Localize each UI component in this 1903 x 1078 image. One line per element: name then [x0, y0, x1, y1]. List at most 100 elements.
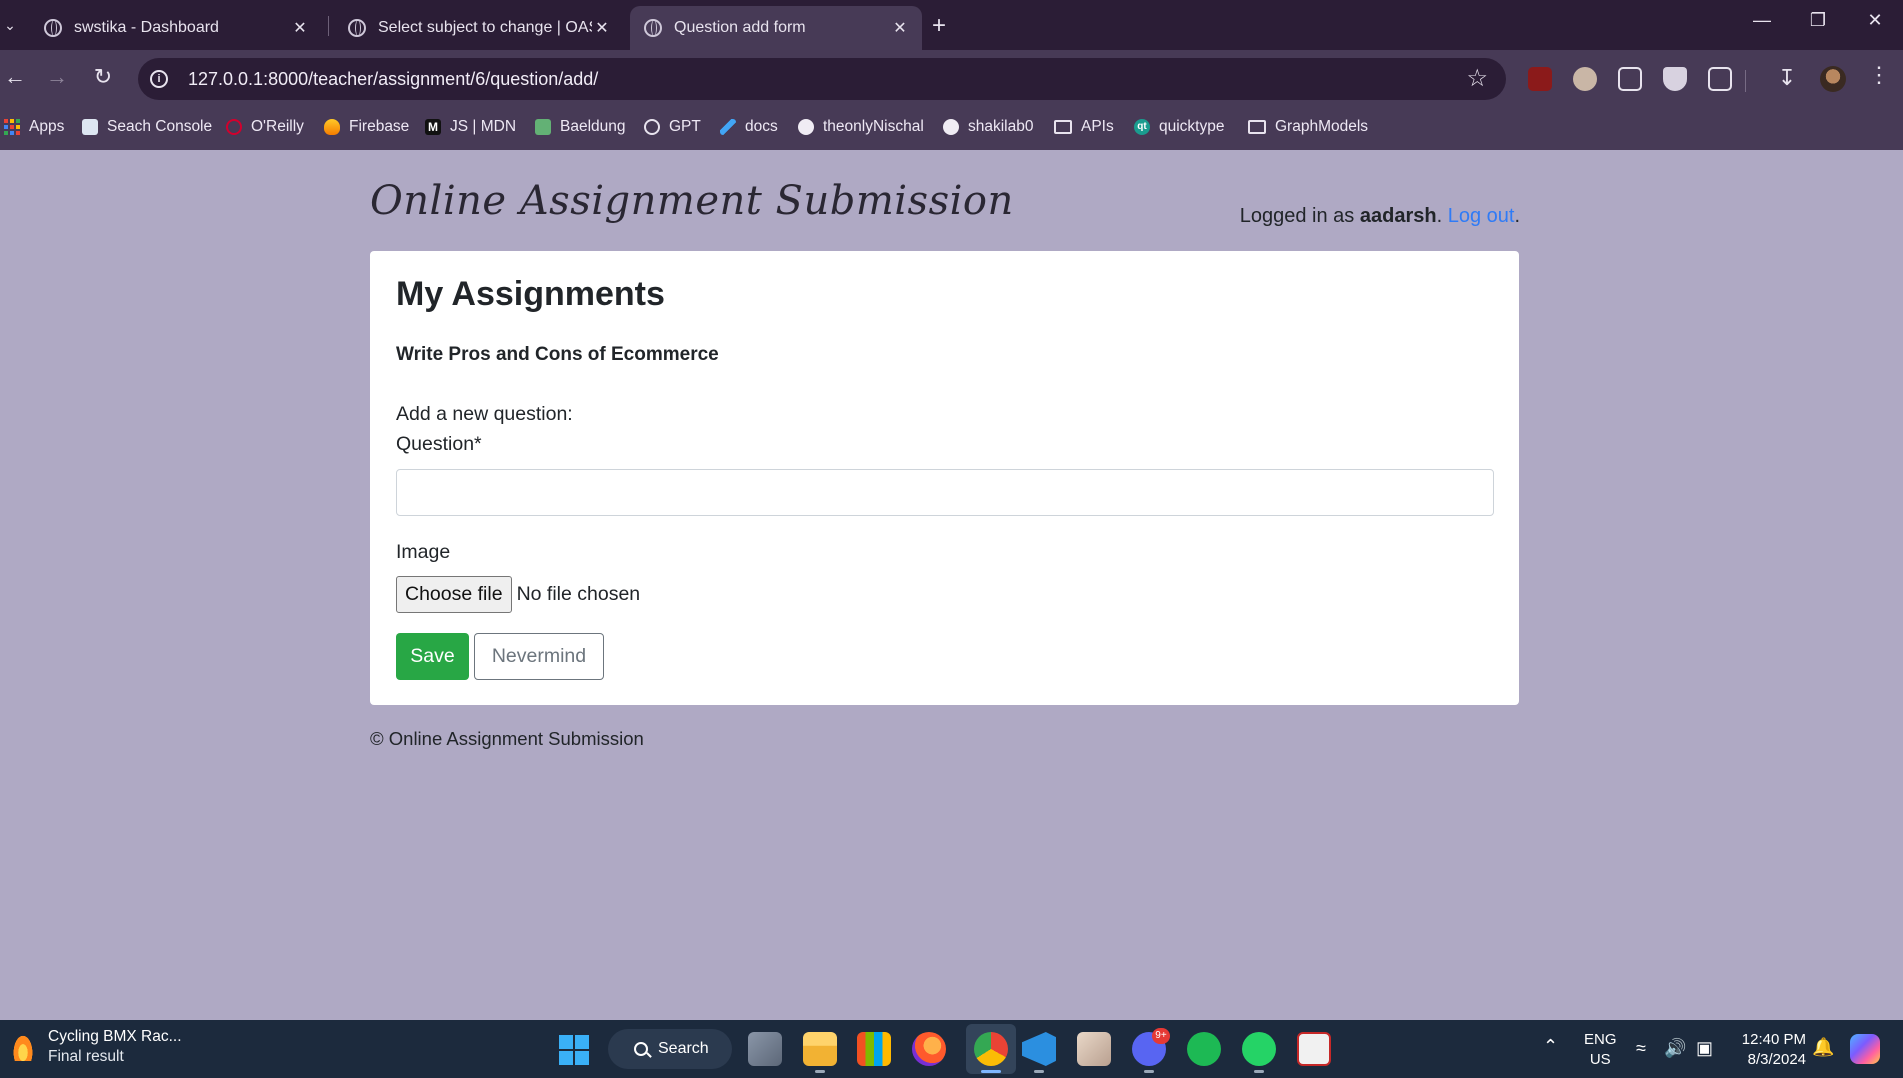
back-icon[interactable]: ← [0, 64, 30, 90]
bookmark-docs[interactable]: docs [720, 118, 778, 136]
bookmark-label: JS | MDN [450, 118, 517, 135]
site-info-icon[interactable]: i [150, 70, 168, 88]
volume-icon[interactable]: 🔊 [1664, 1038, 1686, 1059]
bookmark-label: GPT [669, 118, 701, 135]
running-indicator [981, 1070, 1001, 1073]
bookmark-apps[interactable]: Apps [4, 118, 64, 136]
whatsapp-icon[interactable] [1242, 1032, 1276, 1066]
save-button[interactable]: Save [396, 633, 469, 680]
ublock-icon[interactable] [1528, 67, 1552, 91]
task-view-icon[interactable] [748, 1032, 782, 1066]
bookmark-quicktype[interactable]: qt quicktype [1134, 118, 1224, 136]
quicktype-icon: qt [1134, 119, 1150, 135]
bookmark-search-console[interactable]: Seach Console [82, 118, 212, 136]
bookmark-graphmodels[interactable]: GraphModels [1248, 118, 1368, 136]
address-bar[interactable]: i 127.0.0.1:8000/teacher/assignment/6/qu… [138, 58, 1506, 100]
extension-shield-icon[interactable] [1663, 67, 1687, 91]
bookmark-label: O'Reilly [251, 118, 304, 135]
language-indicator[interactable]: ENG US [1584, 1030, 1617, 1070]
running-indicator [1034, 1070, 1044, 1073]
tab-question-add-form[interactable]: Question add form ✕ [630, 6, 922, 50]
running-indicator [1144, 1070, 1154, 1073]
bookmark-theonlynischal[interactable]: theonlyNischal [798, 118, 924, 136]
extension-owl-icon[interactable] [1573, 67, 1597, 91]
file-explorer-icon[interactable] [803, 1032, 837, 1066]
nevermind-button[interactable]: Nevermind [474, 633, 604, 680]
taskbar-search[interactable]: Search [608, 1029, 732, 1069]
mdn-icon: M [425, 119, 441, 135]
vscode-icon[interactable] [1022, 1032, 1056, 1066]
openai-icon [644, 119, 660, 135]
minimize-icon[interactable]: — [1742, 10, 1782, 31]
tray-overflow-chevron-icon[interactable]: ⌃ [1543, 1036, 1558, 1057]
tab-title: Question add form [674, 19, 806, 36]
clock-time: 12:40 PM [1741, 1031, 1806, 1048]
baeldung-icon [535, 119, 551, 135]
news-widget[interactable]: Cycling BMX Rac... Final result [12, 1028, 182, 1066]
login-info: Logged in as aadarsh. Log out. [1240, 205, 1520, 228]
reload-icon[interactable]: ↻ [88, 64, 118, 90]
close-icon[interactable]: ✕ [890, 18, 910, 38]
flutter-icon [720, 119, 736, 135]
tab-dashboard[interactable]: swstika - Dashboard ✕ [30, 6, 322, 50]
bookmark-firebase[interactable]: Firebase [324, 118, 409, 136]
question-input[interactable] [396, 469, 1494, 516]
tab-bar: ⌄ swstika - Dashboard ✕ Select subject t… [0, 0, 1903, 50]
choose-file-button[interactable]: Choose file [396, 576, 512, 613]
bookmark-shakilab0[interactable]: shakilab0 [943, 118, 1034, 136]
bookmark-oreilly[interactable]: O'Reilly [226, 118, 304, 136]
firefox-icon[interactable] [912, 1032, 946, 1066]
apps-grid-icon [4, 119, 20, 135]
wifi-icon[interactable]: ≈ [1636, 1038, 1646, 1059]
globe-icon [644, 19, 662, 37]
app-thumbnail-icon[interactable] [1077, 1032, 1111, 1066]
tab-select-subject[interactable]: Select subject to change | OAS Admin ✕ [334, 6, 624, 50]
bookmark-baeldung[interactable]: Baeldung [535, 118, 626, 136]
copilot-icon[interactable] [1850, 1034, 1880, 1064]
bookmark-label: Firebase [349, 118, 410, 135]
windows-start-icon[interactable] [559, 1035, 589, 1065]
snipping-tool-icon[interactable] [1297, 1032, 1331, 1066]
region-code: US [1589, 1051, 1611, 1068]
bookmark-label: GraphModels [1275, 118, 1369, 135]
globe-icon [348, 19, 366, 37]
notification-bell-icon[interactable]: 🔔 [1812, 1037, 1834, 1058]
microsoft-store-icon[interactable] [857, 1032, 891, 1066]
clock-date: 8/3/2024 [1747, 1051, 1806, 1068]
flame-icon [12, 1033, 34, 1061]
close-icon[interactable]: ✕ [290, 18, 310, 38]
new-tab-icon[interactable]: + [932, 12, 946, 40]
extension-translate-icon[interactable] [1618, 67, 1642, 91]
image-label: Image [396, 541, 451, 563]
menu-dots-icon[interactable]: ⋮ [1868, 62, 1890, 88]
battery-icon[interactable]: ▣ [1696, 1038, 1713, 1059]
spotify-icon[interactable] [1187, 1032, 1221, 1066]
login-separator: . [1436, 205, 1448, 227]
download-icon[interactable]: ↧ [1775, 67, 1799, 91]
bookmarks-bar: Apps Seach Console O'Reilly Firebase M J… [0, 108, 1903, 150]
url-text[interactable]: 127.0.0.1:8000/teacher/assignment/6/ques… [188, 69, 598, 90]
firebase-icon [324, 119, 340, 135]
image-file-input: Choose file No file chosen [396, 576, 640, 613]
extensions-puzzle-icon[interactable] [1708, 67, 1732, 91]
bookmark-label: shakilab0 [968, 118, 1034, 135]
tab-search-dropdown[interactable]: ⌄ [0, 12, 20, 38]
chrome-icon[interactable] [974, 1032, 1008, 1066]
bookmark-gpt[interactable]: GPT [644, 118, 701, 136]
logout-link[interactable]: Log out [1448, 205, 1515, 227]
close-window-icon[interactable]: ✕ [1855, 10, 1895, 31]
globe-icon [44, 19, 62, 37]
running-indicator [1254, 1070, 1264, 1073]
profile-avatar[interactable] [1820, 66, 1846, 92]
bookmark-apis[interactable]: APIs [1054, 118, 1114, 136]
file-status: No file chosen [516, 583, 641, 605]
restore-icon[interactable]: ❐ [1798, 10, 1838, 31]
bookmark-star-icon[interactable]: ☆ [1466, 64, 1488, 93]
forward-icon[interactable]: → [42, 64, 72, 90]
site-brand[interactable]: Online Assignment Submission [370, 178, 1014, 224]
close-icon[interactable]: ✕ [592, 18, 612, 38]
page-content: Online Assignment Submission Logged in a… [0, 150, 1903, 1020]
search-console-icon [82, 119, 98, 135]
bookmark-mdn[interactable]: M JS | MDN [425, 118, 516, 136]
clock[interactable]: 12:40 PM 8/3/2024 [1736, 1030, 1806, 1070]
